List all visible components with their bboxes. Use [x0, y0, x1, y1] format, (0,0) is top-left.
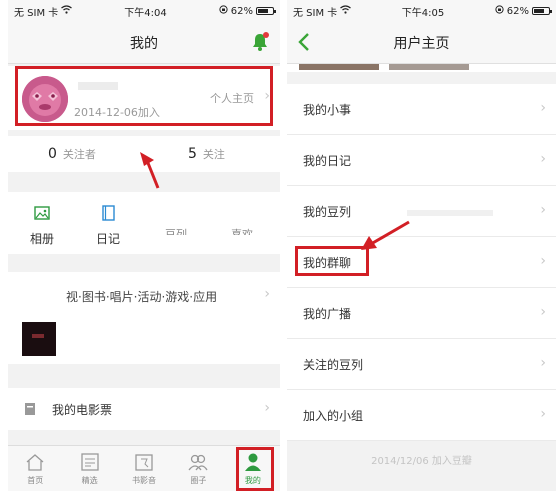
following-stat[interactable]: 5 关注 — [188, 146, 225, 162]
tab-bar: 首页 精选 书影音 圈子 我的 — [8, 445, 280, 491]
tab-label: 我的 — [244, 476, 261, 485]
media-categories-label: 视·图书·唱片·活动·游戏·应用 — [66, 290, 218, 304]
menu-item-label: 我的小事 — [303, 102, 352, 117]
chevron-right-icon: › — [264, 286, 270, 302]
status-bar: 无 SIM 卡 下午4:04 62% — [8, 0, 280, 22]
followers-stat[interactable]: 0 关注者 — [48, 146, 96, 162]
featured-icon — [80, 453, 99, 471]
page-title: 用户主页 — [393, 35, 450, 52]
chevron-right-icon: › — [540, 304, 546, 320]
tab-label: 首页 — [27, 476, 44, 485]
following-count: 5 — [188, 146, 197, 162]
chevron-right-icon: › — [540, 100, 546, 116]
battery-icon — [532, 7, 552, 15]
carrier-label: 无 SIM 卡 — [293, 7, 338, 19]
shortcut-label: 日记 — [95, 232, 120, 246]
shortcut-grid: 相册 日记 豆列 喜欢 — [8, 192, 280, 254]
menu-item-my-doulist[interactable]: 我的豆列 › — [287, 186, 556, 237]
profile-person-icon — [244, 453, 261, 471]
menu-item-label: 我的广播 — [303, 306, 352, 321]
my-page-screen: 无 SIM 卡 下午4:04 62% 我的 2014-12-06加入 个人主页 … — [8, 0, 280, 491]
page-title: 我的 — [130, 35, 158, 52]
join-date-footer: 2014/12/06 加入豆瓣 — [371, 456, 472, 467]
redacted-text — [407, 210, 493, 216]
book-movie-music-icon — [135, 454, 153, 471]
battery-percent: 62% — [506, 5, 529, 17]
chevron-right-icon: › — [540, 406, 546, 422]
chevron-right-icon: › — [540, 355, 546, 371]
shortcut-label: 相册 — [29, 232, 54, 246]
chevron-right-icon: › — [264, 400, 270, 416]
shortcut-diary[interactable]: 日记 — [88, 204, 128, 247]
followers-label: 关注者 — [62, 148, 96, 161]
home-icon — [26, 454, 44, 471]
diary-book-icon — [102, 205, 115, 221]
follow-stats: 0 关注者 5 关注 — [8, 136, 280, 172]
movie-tickets-label: 我的电影票 — [52, 402, 113, 417]
movie-tickets-row[interactable]: 我的电影票 › — [8, 388, 280, 430]
menu-item-my-updates[interactable]: 我的小事 › — [287, 84, 556, 135]
nav-bar: 我的 — [8, 22, 280, 64]
rotation-lock-icon — [495, 5, 504, 17]
rotation-lock-icon — [219, 5, 228, 17]
menu-item-label: 我的群聊 — [303, 255, 352, 270]
tab-book-movie-music[interactable]: 书影音 — [117, 446, 171, 491]
shortcut-photo-album[interactable]: 相册 — [22, 204, 62, 247]
chevron-right-icon: › — [540, 151, 546, 167]
battery-percent: 62% — [230, 5, 253, 17]
menu-item-my-group-chat[interactable]: 我的群聊 › — [287, 237, 556, 288]
battery-icon — [256, 7, 276, 15]
chevron-right-icon: › — [264, 88, 270, 104]
user-homepage-screen: 无 SIM 卡 下午4:05 62% 用户主页 我的小事 › 我的日记 › 我的… — [287, 0, 556, 491]
chevron-right-icon: › — [540, 253, 546, 269]
wifi-icon — [61, 5, 73, 17]
homepage-link[interactable]: 个人主页 — [210, 90, 254, 106]
username-placeholder — [78, 82, 118, 90]
notification-dot — [263, 32, 269, 38]
carrier-label: 无 SIM 卡 — [14, 7, 59, 19]
menu-item-label: 关注的豆列 — [303, 357, 364, 372]
menu-item-followed-doulists[interactable]: 关注的豆列 › — [287, 339, 556, 390]
circle-group-icon — [188, 454, 208, 471]
chevron-right-icon: › — [540, 202, 546, 218]
avatar — [22, 76, 68, 122]
menu-item-label: 加入的小组 — [303, 408, 364, 423]
photo-thumbnail[interactable] — [299, 64, 379, 70]
tab-label: 书影音 — [132, 476, 157, 485]
menu-item-joined-groups[interactable]: 加入的小组 › — [287, 390, 556, 441]
wifi-icon — [340, 5, 352, 17]
menu-item-label: 我的日记 — [303, 153, 352, 168]
menu-item-label: 我的豆列 — [303, 204, 352, 219]
clock: 下午4:05 — [401, 7, 445, 19]
following-label: 关注 — [202, 148, 225, 161]
tab-mine[interactable]: 我的 — [226, 446, 280, 491]
menu-item-my-broadcast[interactable]: 我的广播 › — [287, 288, 556, 339]
back-chevron-icon[interactable] — [295, 30, 315, 54]
menu-item-my-diary[interactable]: 我的日记 › — [287, 135, 556, 186]
media-thumbnail[interactable] — [22, 322, 56, 356]
status-bar: 无 SIM 卡 下午4:05 62% — [287, 0, 556, 22]
user-menu-list: 我的小事 › 我的日记 › 我的豆列 › 我的群聊 › 我的广播 › 关注的豆列… — [287, 84, 556, 441]
tab-home[interactable]: 首页 — [8, 446, 62, 491]
shortcut-label: 豆列 — [165, 228, 187, 235]
tab-label: 圈子 — [190, 476, 207, 485]
shortcut-doulist[interactable]: 豆列 — [156, 226, 196, 235]
followers-count: 0 — [48, 146, 57, 162]
photo-album-icon — [34, 206, 50, 220]
shortcut-label: 喜欢 — [231, 228, 253, 235]
media-categories-row[interactable]: 视·图书·唱片·活动·游戏·应用 › — [8, 272, 280, 364]
tab-featured[interactable]: 精选 — [62, 446, 116, 491]
profile-row[interactable]: 2014-12-06加入 个人主页 › — [8, 66, 280, 130]
photo-strip — [287, 64, 556, 72]
notification-bell-icon[interactable] — [250, 32, 270, 54]
join-date: 2014-12-06加入 — [74, 106, 160, 119]
nav-bar: 用户主页 — [287, 22, 556, 64]
tab-label: 精选 — [81, 476, 98, 485]
clock: 下午4:04 — [124, 7, 167, 19]
tab-circles[interactable]: 圈子 — [171, 446, 225, 491]
ticket-icon — [25, 403, 35, 415]
shortcut-likes[interactable]: 喜欢 — [222, 226, 262, 235]
photo-thumbnail[interactable] — [389, 64, 469, 70]
